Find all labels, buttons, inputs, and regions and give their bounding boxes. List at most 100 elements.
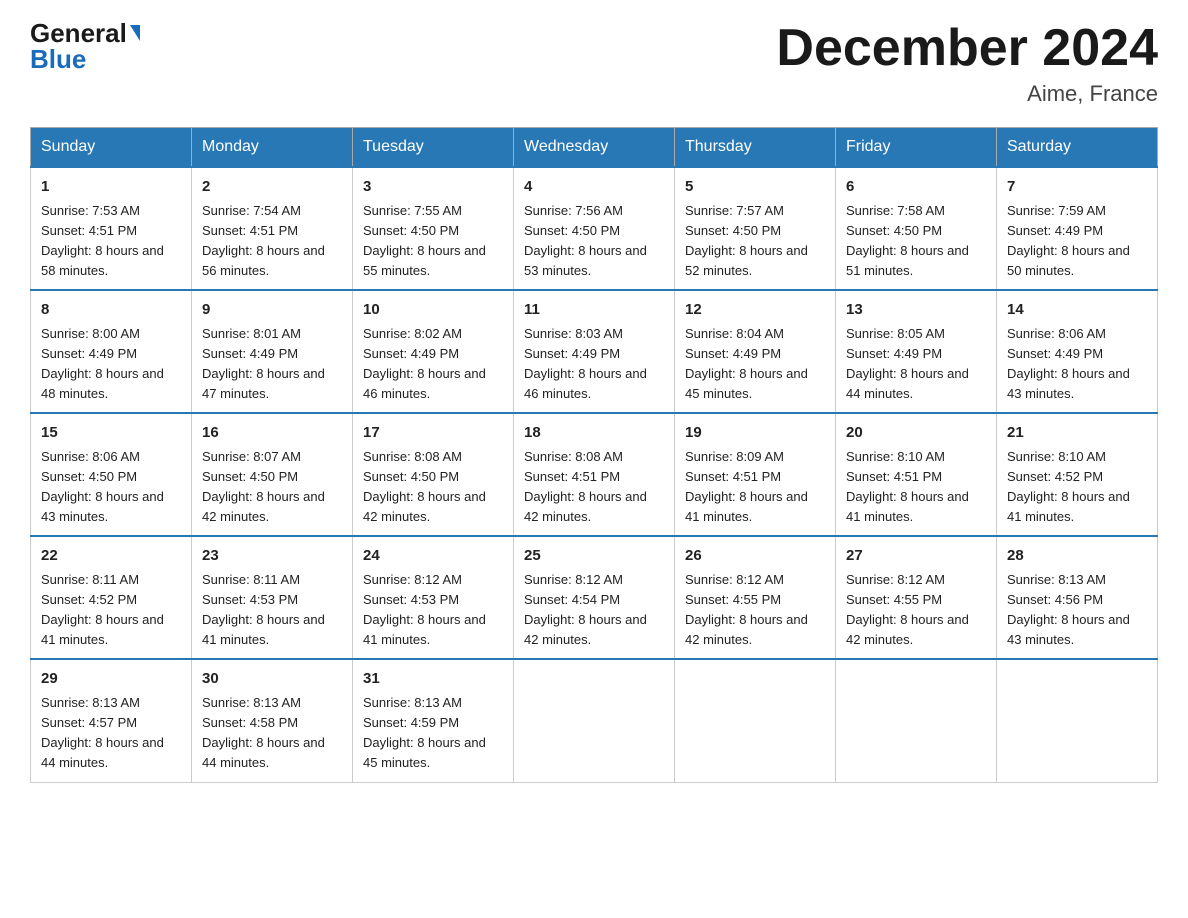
day-info: Sunrise: 8:13 AMSunset: 4:58 PMDaylight:… [202,693,342,774]
day-number: 15 [41,422,181,445]
weekday-header-row: SundayMondayTuesdayWednesdayThursdayFrid… [31,128,1158,168]
day-info: Sunrise: 8:06 AMSunset: 4:50 PMDaylight:… [41,447,181,528]
logo-blue: Blue [30,44,86,74]
calendar-cell: 5Sunrise: 7:57 AMSunset: 4:50 PMDaylight… [675,167,836,290]
day-number: 18 [524,422,664,445]
calendar-cell: 21Sunrise: 8:10 AMSunset: 4:52 PMDayligh… [997,413,1158,536]
day-info: Sunrise: 8:11 AMSunset: 4:53 PMDaylight:… [202,570,342,651]
calendar-cell: 28Sunrise: 8:13 AMSunset: 4:56 PMDayligh… [997,536,1158,659]
day-number: 5 [685,176,825,199]
day-info: Sunrise: 8:13 AMSunset: 4:59 PMDaylight:… [363,693,503,774]
calendar-cell: 12Sunrise: 8:04 AMSunset: 4:49 PMDayligh… [675,290,836,413]
day-info: Sunrise: 7:54 AMSunset: 4:51 PMDaylight:… [202,201,342,282]
day-info: Sunrise: 8:07 AMSunset: 4:50 PMDaylight:… [202,447,342,528]
day-number: 10 [363,299,503,322]
day-info: Sunrise: 8:09 AMSunset: 4:51 PMDaylight:… [685,447,825,528]
day-number: 9 [202,299,342,322]
day-number: 14 [1007,299,1147,322]
day-number: 25 [524,545,664,568]
month-title: December 2024 [776,20,1158,77]
calendar-cell: 17Sunrise: 8:08 AMSunset: 4:50 PMDayligh… [353,413,514,536]
week-row-4: 22Sunrise: 8:11 AMSunset: 4:52 PMDayligh… [31,536,1158,659]
logo-text: General Blue [30,20,140,72]
day-info: Sunrise: 8:03 AMSunset: 4:49 PMDaylight:… [524,324,664,405]
day-info: Sunrise: 7:57 AMSunset: 4:50 PMDaylight:… [685,201,825,282]
calendar-cell: 23Sunrise: 8:11 AMSunset: 4:53 PMDayligh… [192,536,353,659]
calendar-cell [675,659,836,782]
day-number: 27 [846,545,986,568]
day-info: Sunrise: 8:13 AMSunset: 4:57 PMDaylight:… [41,693,181,774]
weekday-header-sunday: Sunday [31,128,192,168]
weekday-header-wednesday: Wednesday [514,128,675,168]
weekday-header-monday: Monday [192,128,353,168]
calendar-cell: 24Sunrise: 8:12 AMSunset: 4:53 PMDayligh… [353,536,514,659]
week-row-1: 1Sunrise: 7:53 AMSunset: 4:51 PMDaylight… [31,167,1158,290]
calendar-cell: 10Sunrise: 8:02 AMSunset: 4:49 PMDayligh… [353,290,514,413]
day-info: Sunrise: 7:53 AMSunset: 4:51 PMDaylight:… [41,201,181,282]
calendar-cell: 11Sunrise: 8:03 AMSunset: 4:49 PMDayligh… [514,290,675,413]
day-number: 20 [846,422,986,445]
day-info: Sunrise: 8:08 AMSunset: 4:50 PMDaylight:… [363,447,503,528]
day-number: 24 [363,545,503,568]
day-number: 12 [685,299,825,322]
calendar-cell: 3Sunrise: 7:55 AMSunset: 4:50 PMDaylight… [353,167,514,290]
weekday-header-saturday: Saturday [997,128,1158,168]
calendar-cell [514,659,675,782]
calendar-table: SundayMondayTuesdayWednesdayThursdayFrid… [30,127,1158,782]
day-number: 29 [41,668,181,691]
calendar-cell: 20Sunrise: 8:10 AMSunset: 4:51 PMDayligh… [836,413,997,536]
day-info: Sunrise: 8:06 AMSunset: 4:49 PMDaylight:… [1007,324,1147,405]
week-row-3: 15Sunrise: 8:06 AMSunset: 4:50 PMDayligh… [31,413,1158,536]
header: General Blue December 2024 Aime, France [30,20,1158,107]
calendar-cell: 9Sunrise: 8:01 AMSunset: 4:49 PMDaylight… [192,290,353,413]
calendar-cell: 7Sunrise: 7:59 AMSunset: 4:49 PMDaylight… [997,167,1158,290]
day-number: 8 [41,299,181,322]
day-number: 26 [685,545,825,568]
day-info: Sunrise: 8:12 AMSunset: 4:53 PMDaylight:… [363,570,503,651]
calendar-cell: 18Sunrise: 8:08 AMSunset: 4:51 PMDayligh… [514,413,675,536]
day-info: Sunrise: 8:05 AMSunset: 4:49 PMDaylight:… [846,324,986,405]
calendar-cell: 14Sunrise: 8:06 AMSunset: 4:49 PMDayligh… [997,290,1158,413]
day-number: 16 [202,422,342,445]
calendar-cell: 22Sunrise: 8:11 AMSunset: 4:52 PMDayligh… [31,536,192,659]
day-info: Sunrise: 7:56 AMSunset: 4:50 PMDaylight:… [524,201,664,282]
day-info: Sunrise: 8:11 AMSunset: 4:52 PMDaylight:… [41,570,181,651]
calendar-cell: 8Sunrise: 8:00 AMSunset: 4:49 PMDaylight… [31,290,192,413]
day-info: Sunrise: 8:01 AMSunset: 4:49 PMDaylight:… [202,324,342,405]
day-number: 30 [202,668,342,691]
calendar-cell: 2Sunrise: 7:54 AMSunset: 4:51 PMDaylight… [192,167,353,290]
calendar-cell: 26Sunrise: 8:12 AMSunset: 4:55 PMDayligh… [675,536,836,659]
day-info: Sunrise: 8:08 AMSunset: 4:51 PMDaylight:… [524,447,664,528]
calendar-cell: 4Sunrise: 7:56 AMSunset: 4:50 PMDaylight… [514,167,675,290]
day-number: 21 [1007,422,1147,445]
calendar-cell: 16Sunrise: 8:07 AMSunset: 4:50 PMDayligh… [192,413,353,536]
calendar-cell: 13Sunrise: 8:05 AMSunset: 4:49 PMDayligh… [836,290,997,413]
day-number: 13 [846,299,986,322]
day-info: Sunrise: 8:02 AMSunset: 4:49 PMDaylight:… [363,324,503,405]
calendar-cell [997,659,1158,782]
logo-triangle-icon [130,25,140,41]
title-area: December 2024 Aime, France [776,20,1158,107]
calendar-cell [836,659,997,782]
day-info: Sunrise: 8:10 AMSunset: 4:52 PMDaylight:… [1007,447,1147,528]
day-info: Sunrise: 7:59 AMSunset: 4:49 PMDaylight:… [1007,201,1147,282]
calendar-cell: 25Sunrise: 8:12 AMSunset: 4:54 PMDayligh… [514,536,675,659]
day-number: 3 [363,176,503,199]
weekday-header-thursday: Thursday [675,128,836,168]
day-info: Sunrise: 8:13 AMSunset: 4:56 PMDaylight:… [1007,570,1147,651]
calendar-cell: 29Sunrise: 8:13 AMSunset: 4:57 PMDayligh… [31,659,192,782]
calendar-cell: 19Sunrise: 8:09 AMSunset: 4:51 PMDayligh… [675,413,836,536]
location-title: Aime, France [776,81,1158,107]
calendar-cell: 27Sunrise: 8:12 AMSunset: 4:55 PMDayligh… [836,536,997,659]
day-number: 17 [363,422,503,445]
week-row-2: 8Sunrise: 8:00 AMSunset: 4:49 PMDaylight… [31,290,1158,413]
weekday-header-friday: Friday [836,128,997,168]
calendar-cell: 31Sunrise: 8:13 AMSunset: 4:59 PMDayligh… [353,659,514,782]
day-number: 11 [524,299,664,322]
day-info: Sunrise: 8:10 AMSunset: 4:51 PMDaylight:… [846,447,986,528]
day-number: 23 [202,545,342,568]
day-info: Sunrise: 8:04 AMSunset: 4:49 PMDaylight:… [685,324,825,405]
day-info: Sunrise: 7:58 AMSunset: 4:50 PMDaylight:… [846,201,986,282]
weekday-header-tuesday: Tuesday [353,128,514,168]
calendar-cell: 30Sunrise: 8:13 AMSunset: 4:58 PMDayligh… [192,659,353,782]
